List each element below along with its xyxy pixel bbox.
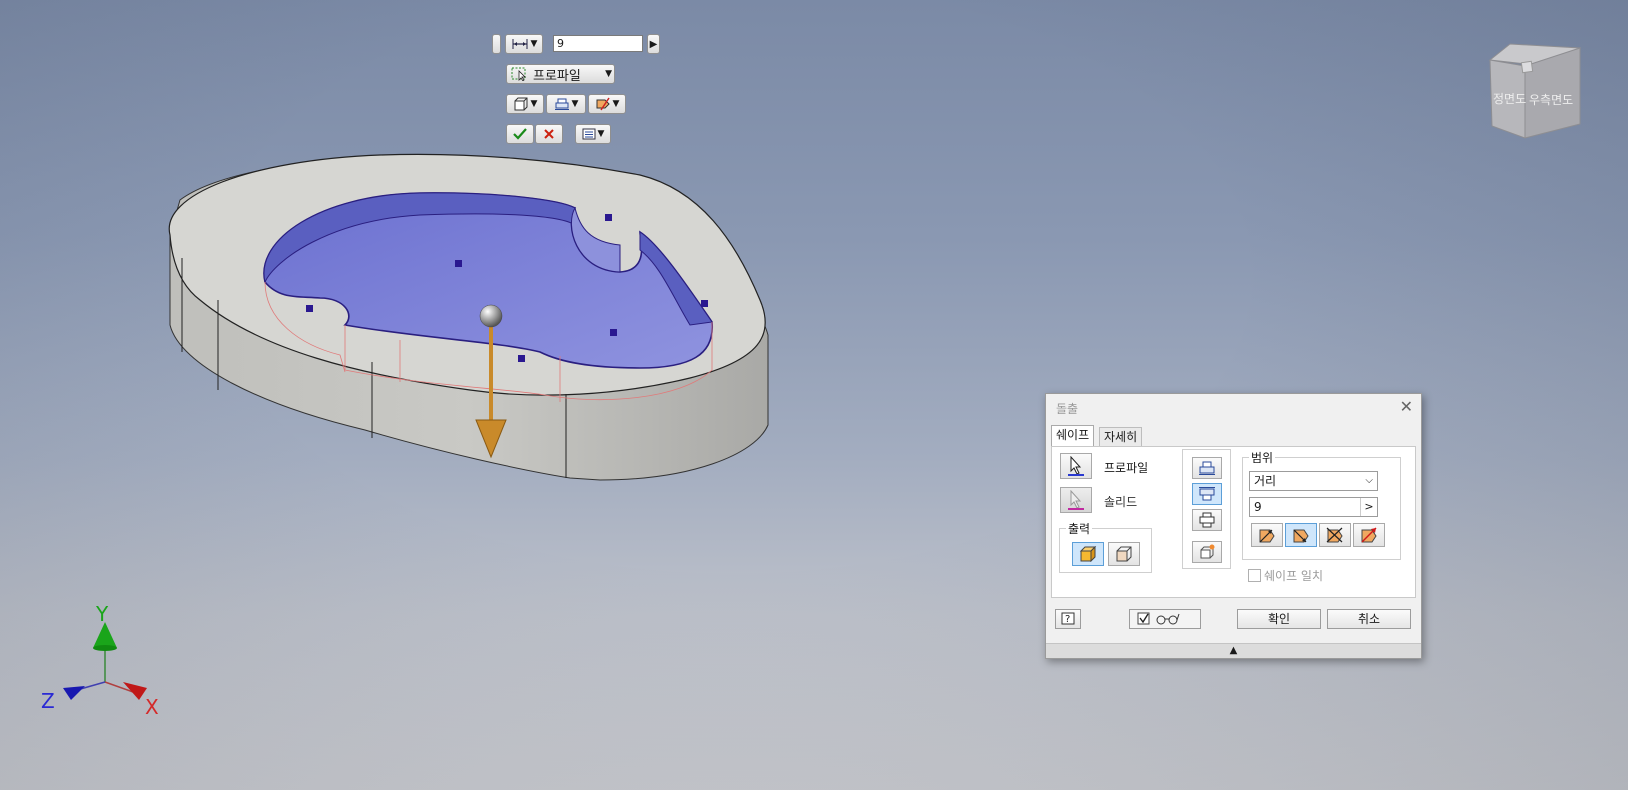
list-options-icon [582,128,596,140]
chevron-down-icon: ▼ [530,99,538,109]
extent-dir-2-button[interactable] [1285,523,1317,547]
match-shape-label: 쉐이프 일치 [1264,569,1324,583]
output-surface-button[interactable] [1108,542,1140,566]
close-icon[interactable]: ✕ [1400,397,1413,416]
extent-label: 범위 [1249,449,1276,466]
extent-dir-3-button[interactable] [1319,523,1351,547]
pointer-blue-icon [1068,456,1084,476]
x-axis-label: X [145,695,159,719]
chevron-down-icon: ⌵ [1365,475,1373,486]
distance-input[interactable]: 9 > [1249,497,1378,517]
expand-arrow-icon: ▲ [1229,645,1238,656]
ok-button[interactable]: 확인 [1237,609,1321,629]
distance-mode-dropdown[interactable]: ▼ [505,34,543,54]
close-icon [544,129,554,139]
extent-dir-3-icon [1326,527,1343,543]
mini-apply-arrow-button[interactable]: ▶ [647,34,660,54]
match-shape-checkbox[interactable] [1248,569,1261,582]
extrude-dialog: 돌출 ✕ 쉐이프 자세히 프로파일 솔리드 출력 범위 거리 ⌵ 9 > 쉐이프… [1045,393,1422,659]
chevron-down-icon: ▼ [530,39,538,49]
check-icon [513,128,527,140]
chevron-right-icon[interactable]: > [1360,498,1377,516]
chevron-down-icon: ▼ [605,69,612,79]
extent-type-value: 거리 [1254,474,1277,488]
svg-text:?: ? [1065,614,1070,625]
extent-dir-4-button[interactable] [1353,523,1385,547]
extent-type-select[interactable]: 거리 ⌵ [1249,471,1378,491]
direction-default-button[interactable] [1192,457,1222,479]
extent-dir-1-icon [1259,529,1275,543]
mini-toolbar-grip[interactable] [492,34,501,54]
shape-panel: 프로파일 솔리드 출력 범위 거리 ⌵ 9 > 쉐이프 일치 [1051,446,1416,598]
pointer-magenta-icon [1068,490,1084,510]
direction-symmetric-icon [1199,512,1215,528]
mini-direction-dropdown[interactable]: ▼ [546,94,586,114]
expand-dialog-strip[interactable]: ▲ [1046,643,1421,658]
viewcube[interactable]: 정면도 우측면도 [1480,38,1590,148]
mini-options-dropdown[interactable]: ▼ [575,124,611,144]
distance-icon [512,39,528,49]
z-axis-label: Z [41,689,55,713]
help-icon: ? [1061,612,1075,625]
direction-symmetric-button[interactable] [1192,509,1222,531]
distance-value: 9 [1254,500,1262,514]
output-solid-button[interactable] [1072,542,1104,566]
chevron-down-icon: ▼ [597,129,605,139]
mini-profile-button[interactable]: 프로파일 ▼ [506,64,615,84]
viewcube-front-label[interactable]: 정면도 [1493,92,1526,106]
asymmetric-icon [1200,544,1215,559]
mini-distance-input[interactable]: 9 [553,35,643,52]
mini-profile-label: 프로파일 [533,68,581,84]
cut-operation-icon [596,97,610,111]
profile-select-icon [511,67,526,81]
solid-select-button[interactable] [1060,487,1092,513]
direction-up-icon [1199,461,1215,475]
axis-triad: Y X Z [41,602,159,719]
help-button[interactable]: ? [1055,609,1081,629]
viewcube-right-label[interactable]: 우측면도 [1529,93,1573,107]
cancel-button[interactable]: 취소 [1327,609,1411,629]
profile-label: 프로파일 [1104,461,1149,475]
output-group: 출력 [1059,520,1152,573]
solid-label: 솔리드 [1104,495,1138,509]
extent-dir-2-icon [1293,529,1309,543]
mini-cancel-button[interactable] [535,124,563,144]
preview-toggle[interactable] [1129,609,1201,629]
direction-icon [554,98,569,110]
extent-group: 범위 거리 ⌵ 9 > [1242,449,1401,560]
solid-cube-icon [1079,546,1097,562]
surface-cube-icon [1116,546,1132,562]
extent-dir-1-button[interactable] [1251,523,1283,547]
profile-select-button[interactable] [1060,453,1092,479]
preview-glasses-icon [1137,612,1180,625]
extent-dir-4-icon [1361,527,1377,543]
chevron-down-icon: ▼ [571,99,579,109]
direction-flipped-button[interactable] [1192,483,1222,505]
y-axis-label: Y [95,602,109,626]
dialog-title: 돌출 [1056,402,1079,416]
direction-asymmetric-button[interactable] [1192,541,1222,563]
direction-down-icon [1199,487,1215,501]
output-label: 출력 [1066,520,1093,537]
mini-output-solid-dropdown[interactable]: ▼ [506,94,544,114]
solid-body-icon [514,97,528,111]
chevron-down-icon: ▼ [612,99,620,109]
tab-more[interactable]: 자세히 [1099,427,1143,446]
mini-ok-button[interactable] [506,124,534,144]
tab-shape[interactable]: 쉐이프 [1051,425,1095,447]
mini-operation-dropdown[interactable]: ▼ [588,94,626,114]
